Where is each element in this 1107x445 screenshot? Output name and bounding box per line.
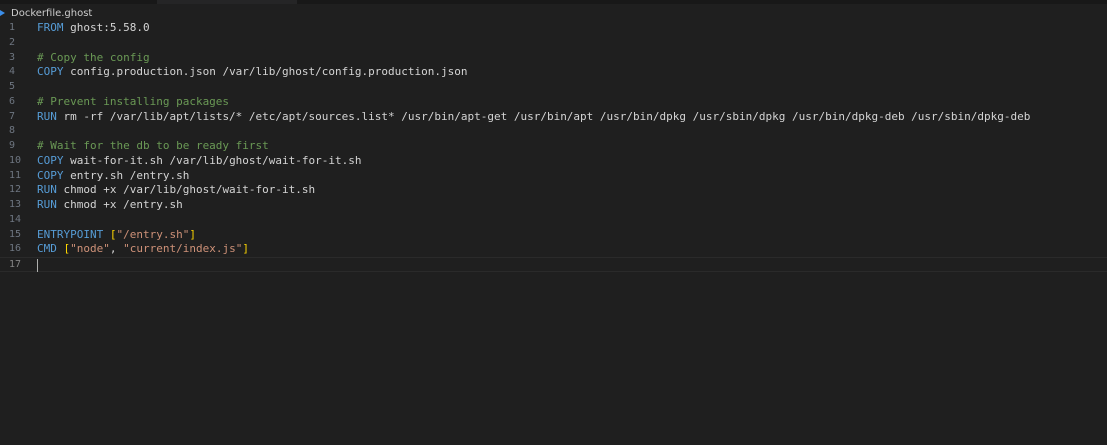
code-token: RUN (37, 183, 57, 197)
code-token: "/entry.sh" (116, 227, 190, 241)
docker-file-icon (0, 8, 8, 18)
code-token: RUN (37, 198, 57, 211)
code-line[interactable]: 5 (0, 80, 1107, 95)
code-token: chmod +x /var/lib/ghost/wait-for-it.sh (56, 183, 316, 197)
code-token: rm -rf /var/lib/apt/lists/* /etc/apt/sou… (56, 109, 1031, 123)
line-code[interactable]: RUN chmod +x /var/lib/ghost/wait-for-it.… (37, 183, 315, 198)
code-token: # Copy the config (37, 50, 150, 64)
text-cursor (37, 258, 38, 272)
code-token: COPY (37, 65, 64, 79)
code-line[interactable]: 11 COPY entry.sh /entry.sh (0, 169, 1107, 184)
line-code[interactable]: COPY entry.sh /entry.sh (37, 169, 189, 184)
line-number: 14 (9, 213, 22, 225)
code-token: wait-for-it.sh /var/lib/ghost/wait-for-i… (63, 153, 362, 167)
code-token: COPY (37, 168, 64, 182)
line-number: 16 (9, 243, 22, 255)
code-token: ] (189, 227, 196, 241)
line-number: 12 (9, 184, 22, 196)
line-number: 8 (9, 125, 16, 137)
line-code[interactable]: # Prevent installing packages (37, 95, 229, 110)
line-number: 17 (9, 259, 22, 270)
code-line[interactable]: 1 FROM ghost:5.58.0 (0, 21, 1107, 36)
line-number: 3 (9, 51, 16, 63)
code-token: chmod +x /entry.sh (56, 198, 183, 211)
code-line[interactable]: 3 # Copy the config (0, 51, 1107, 66)
code-line[interactable]: 7 RUN rm -rf /var/lib/apt/lists/* /etc/ap… (0, 110, 1107, 125)
code-token: FROM (37, 21, 64, 34)
line-number: 10 (9, 154, 22, 166)
code-token: CMD (37, 242, 57, 256)
code-token: ] (242, 242, 249, 256)
line-code[interactable]: CMD ["node", "current/index.js"] (37, 242, 249, 257)
code-line[interactable]: 16 CMD ["node", "current/index.js"] (0, 242, 1107, 257)
line-number: 4 (9, 66, 16, 78)
breadcrumb[interactable]: Dockerfile.ghost (0, 6, 92, 20)
line-number: 13 (9, 199, 22, 210)
tab-bar-strip (0, 0, 1107, 4)
code-line[interactable]: 17 (0, 257, 1107, 272)
code-line[interactable]: 15 ENTRYPOINT ["/entry.sh"] (0, 228, 1107, 243)
code-token: # Wait for the db to be ready first (37, 139, 269, 152)
line-code[interactable]: COPY config.production.json /var/lib/gho… (37, 65, 467, 80)
line-number: 7 (9, 110, 16, 122)
code-token: RUN (37, 109, 57, 123)
line-code[interactable]: COPY wait-for-it.sh /var/lib/ghost/wait-… (37, 154, 362, 169)
code-line[interactable]: 12 RUN chmod +x /var/lib/ghost/wait-for-i… (0, 183, 1107, 198)
line-number: 11 (9, 169, 22, 181)
code-line[interactable]: 8 (0, 124, 1107, 139)
line-code[interactable]: # Wait for the db to be ready first (37, 139, 269, 154)
breadcrumb-filename[interactable]: Dockerfile.ghost (11, 8, 92, 19)
active-tab-indicator[interactable] (157, 0, 297, 4)
code-token: config.production.json /var/lib/ghost/co… (63, 65, 468, 79)
code-token: ghost:5.58.0 (63, 21, 150, 34)
code-editor[interactable]: 1 FROM ghost:5.58.0 2 3 # Copy the config 4 CO… (0, 21, 1107, 445)
code-token: "current/index.js" (123, 242, 243, 256)
line-code[interactable]: RUN chmod +x /entry.sh (37, 198, 183, 213)
code-token: "node" (70, 242, 110, 256)
code-token: , (109, 242, 124, 256)
code-line[interactable]: 10 COPY wait-for-it.sh /var/lib/ghost/wai… (0, 154, 1107, 169)
code-line[interactable]: 2 (0, 36, 1107, 51)
code-token: # Prevent installing packages (37, 94, 230, 108)
code-line[interactable]: 6 # Prevent installing packages (0, 95, 1107, 110)
line-number: 1 (9, 22, 16, 33)
line-code[interactable]: # Copy the config (37, 51, 150, 66)
code-token: COPY (37, 153, 64, 167)
code-token: entry.sh /entry.sh (63, 168, 190, 182)
code-line[interactable]: 9 # Wait for the db to be ready first (0, 139, 1107, 154)
line-number: 9 (9, 140, 16, 151)
line-number: 6 (9, 95, 16, 107)
line-number: 2 (9, 36, 16, 48)
code-token: ENTRYPOINT (37, 227, 104, 241)
line-code[interactable]: ENTRYPOINT ["/entry.sh"] (37, 228, 196, 243)
line-code[interactable] (37, 258, 38, 273)
line-code[interactable]: FROM ghost:5.58.0 (37, 21, 150, 36)
line-number: 15 (9, 228, 22, 240)
code-line[interactable]: 13 RUN chmod +x /entry.sh (0, 198, 1107, 213)
line-code[interactable]: RUN rm -rf /var/lib/apt/lists/* /etc/apt… (37, 110, 1030, 125)
code-line[interactable]: 4 COPY config.production.json /var/lib/gh… (0, 65, 1107, 80)
code-line[interactable]: 14 (0, 213, 1107, 228)
line-number: 5 (9, 81, 16, 92)
